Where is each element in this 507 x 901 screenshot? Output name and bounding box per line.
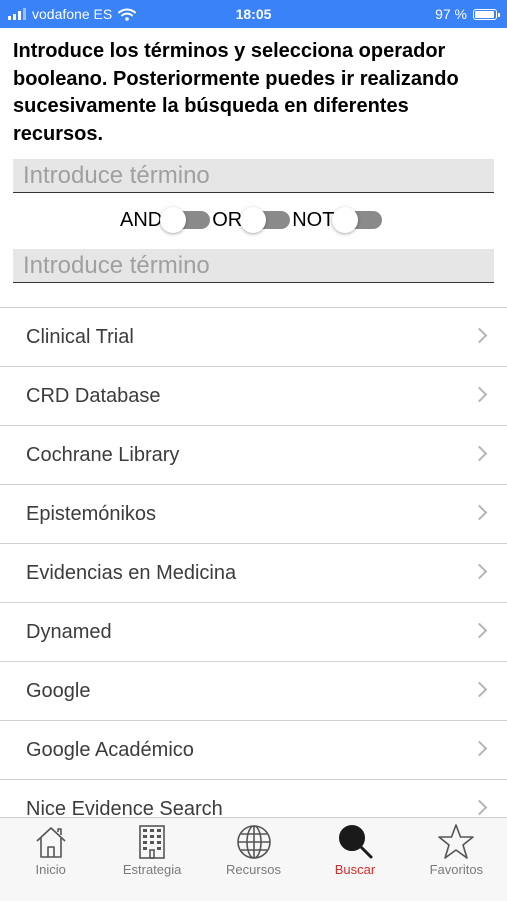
or-label: OR — [212, 208, 243, 231]
resource-item-clinical-trial[interactable]: Clinical Trial — [0, 308, 507, 367]
tab-favoritos[interactable]: Favoritos — [406, 818, 507, 901]
chevron-right-icon — [471, 327, 488, 344]
or-toggle[interactable] — [240, 207, 291, 233]
tab-label: Estrategia — [122, 862, 182, 877]
chevron-right-icon — [471, 563, 488, 580]
chevron-right-icon — [471, 504, 488, 521]
search-term-input-2[interactable] — [13, 249, 494, 283]
status-bar: vodafone ES 18:05 97 % — [0, 0, 507, 28]
and-label: AND — [120, 208, 163, 231]
chevron-right-icon — [471, 740, 488, 757]
tab-estrategia[interactable]: Estrategia — [101, 818, 202, 901]
instructions-text: Introduce los términos y selecciona oper… — [13, 40, 459, 145]
boolean-operators: AND OR NOT — [120, 207, 384, 233]
chevron-right-icon — [471, 799, 488, 816]
tab-bar: Inicio Estrategia Recursos Buscar Favori… — [0, 817, 507, 901]
search-icon — [338, 825, 373, 859]
resource-item-dynamed[interactable]: Dynamed — [0, 603, 507, 662]
resource-item-nice-evidence-search[interactable]: Nice Evidence Search — [0, 780, 507, 818]
tab-inicio[interactable]: Inicio — [0, 818, 101, 901]
tab-label: Favoritos — [429, 862, 484, 877]
star-icon — [438, 824, 475, 859]
resource-item-evidencias-en-medicina[interactable]: Evidencias en Medicina — [0, 544, 507, 603]
resource-item-epistemonikos[interactable]: Epistemónikos — [0, 485, 507, 544]
tab-label: Recursos — [226, 862, 281, 877]
battery-icon — [473, 8, 500, 20]
search-term-input-1[interactable] — [13, 159, 494, 193]
status-time: 18:05 — [235, 6, 272, 22]
status-right: 97 % — [435, 6, 500, 22]
not-toggle[interactable] — [332, 207, 383, 233]
resource-item-crd-database[interactable]: CRD Database — [0, 367, 507, 426]
chevron-right-icon — [471, 622, 488, 639]
chevron-right-icon — [471, 386, 488, 403]
resource-label: Nice Evidence Search — [26, 797, 223, 819]
tab-buscar[interactable]: Buscar — [304, 818, 405, 901]
resource-label: Google Académico — [26, 738, 194, 761]
resource-list: Clinical Trial CRD Database Cochrane Lib… — [0, 307, 507, 818]
building-icon — [139, 825, 165, 859]
resource-label: Google — [26, 679, 91, 702]
globe-icon — [236, 825, 271, 859]
resource-item-google-academico[interactable]: Google Académico — [0, 721, 507, 780]
resource-label: CRD Database — [26, 384, 161, 407]
battery-percent: 97 % — [435, 6, 467, 22]
tab-label: Inicio — [35, 862, 66, 877]
tab-label: Buscar — [334, 862, 376, 877]
and-toggle[interactable] — [160, 207, 211, 233]
resource-label: Dynamed — [26, 620, 112, 643]
not-label: NOT — [292, 208, 335, 231]
chevron-right-icon — [471, 445, 488, 462]
home-icon — [36, 827, 66, 858]
resource-item-cochrane-library[interactable]: Cochrane Library — [0, 426, 507, 485]
tab-recursos[interactable]: Recursos — [203, 818, 304, 901]
resource-label: Epistemónikos — [26, 502, 157, 525]
chevron-right-icon — [471, 681, 488, 698]
resource-item-google[interactable]: Google — [0, 662, 507, 721]
resource-label: Cochrane Library — [26, 443, 180, 466]
resource-label: Clinical Trial — [26, 325, 134, 348]
resource-label: Evidencias en Medicina — [26, 561, 237, 584]
